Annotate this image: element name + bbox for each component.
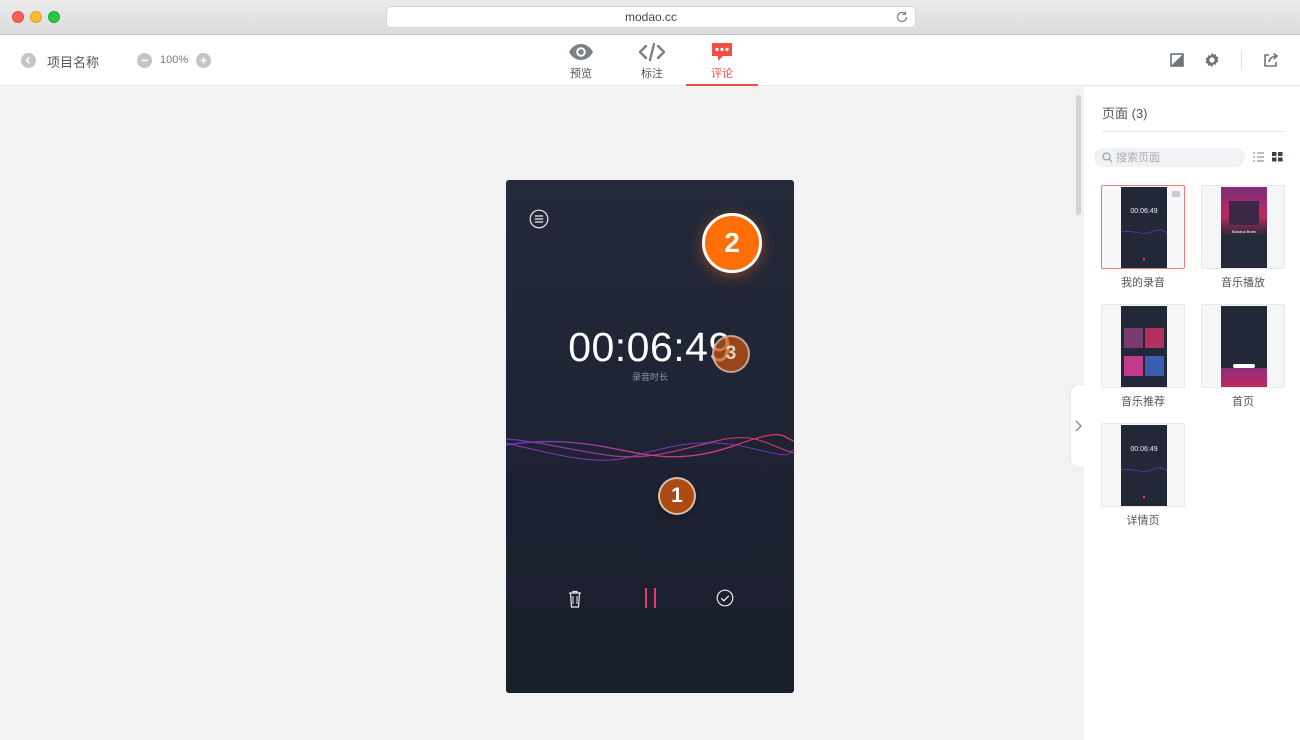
audio-waveform: [506, 434, 794, 461]
grid-view-icon[interactable]: [1272, 152, 1283, 162]
search-icon: [1102, 152, 1113, 163]
app-toolbar: 项目名称 100% 预览 标注 评论: [0, 35, 1300, 86]
page-card-music-recommend[interactable]: [1101, 304, 1185, 388]
pause-icon[interactable]: [643, 587, 659, 609]
page-card-home[interactable]: [1201, 304, 1285, 388]
project-name[interactable]: 项目名称: [47, 52, 99, 71]
tab-comment[interactable]: 评论: [686, 35, 758, 86]
comment-marker-active[interactable]: 2: [702, 213, 762, 273]
eye-icon: [569, 44, 593, 60]
browser-titlebar: modao.cc: [0, 0, 1300, 35]
canvas-scrollbar[interactable]: [1076, 95, 1081, 215]
address-bar[interactable]: modao.cc: [386, 6, 916, 28]
zoom-out-button[interactable]: [137, 53, 152, 68]
list-view-icon[interactable]: [1253, 152, 1264, 162]
tab-preview-label: 预览: [570, 68, 592, 80]
page-thumbnail: Banana Brain: [1221, 187, 1267, 268]
page-label: 音乐播放: [1221, 277, 1265, 289]
page-search[interactable]: [1094, 148, 1245, 167]
page-thumbnail: [1121, 306, 1167, 387]
page-thumbnail: 00:06:49: [1121, 425, 1167, 506]
pages-panel-title: 页面 (3): [1102, 106, 1148, 121]
page-thumbnail: [1221, 306, 1267, 387]
menu-icon[interactable]: [529, 209, 549, 229]
contrast-icon[interactable]: [1169, 52, 1185, 68]
chevron-right-icon: [1075, 420, 1082, 432]
page-label: 音乐推荐: [1121, 396, 1165, 408]
thumbnail-waveform: [1121, 229, 1167, 261]
tab-preview[interactable]: 预览: [545, 35, 617, 86]
tab-annotate[interactable]: 标注: [616, 35, 688, 86]
close-window-button[interactable]: [12, 11, 24, 23]
page-thumbnail: 00:06:49: [1121, 187, 1167, 268]
back-button[interactable]: [21, 53, 36, 68]
reload-icon[interactable]: [895, 10, 909, 24]
comment-marker[interactable]: 1: [658, 477, 696, 515]
zoom-level: 100%: [160, 54, 189, 66]
tab-comment-label: 评论: [711, 68, 733, 80]
thumbnail-tile: [1124, 356, 1143, 376]
tab-annotate-label: 标注: [641, 68, 663, 80]
minimize-window-button[interactable]: [30, 11, 42, 23]
zoom-in-button[interactable]: [196, 53, 211, 68]
comment-marker[interactable]: 3: [712, 335, 750, 373]
recording-timer: 00:06:49: [568, 324, 732, 370]
check-icon[interactable]: [716, 589, 734, 607]
thumbnail-song-title: Banana Brain: [1231, 229, 1257, 234]
page-card-music-player[interactable]: Banana Brain: [1201, 185, 1285, 269]
toolbar-divider: [1241, 51, 1242, 69]
page-label: 首页: [1232, 396, 1254, 408]
plus-icon: [200, 57, 207, 64]
trash-icon[interactable]: [568, 590, 582, 608]
page-card-detail[interactable]: 00:06:49: [1101, 423, 1185, 507]
page-label: 详情页: [1126, 515, 1160, 527]
page-card-my-recordings[interactable]: 00:06:49: [1101, 185, 1185, 269]
thumbnail-footer: [1221, 368, 1267, 387]
thumbnail-tile: [1145, 328, 1164, 348]
gear-icon[interactable]: [1204, 52, 1220, 68]
minus-icon: [141, 59, 148, 62]
search-input[interactable]: [1116, 149, 1236, 166]
pages-panel: 页面 (3) 00:06:49 我的录音 Bana: [1084, 87, 1300, 740]
recording-duration-label: 录音时长: [631, 372, 668, 382]
maximize-window-button[interactable]: [48, 11, 60, 23]
share-icon[interactable]: [1263, 52, 1279, 68]
code-icon: [638, 42, 666, 62]
card-menu-icon[interactable]: [1172, 191, 1180, 197]
divider: [1102, 131, 1284, 132]
album-art: [1229, 201, 1259, 225]
chevron-left-icon: [25, 56, 31, 65]
thumbnail-tile: [1145, 356, 1164, 376]
thumbnail-tile: [1124, 328, 1143, 348]
page-label: 我的录音: [1121, 277, 1165, 289]
thumbnail-waveform: [1121, 467, 1167, 499]
url-text: modao.cc: [624, 10, 678, 24]
canvas-area: 00:06:49 录音时长: [0, 87, 1084, 740]
comment-icon: [712, 43, 732, 61]
